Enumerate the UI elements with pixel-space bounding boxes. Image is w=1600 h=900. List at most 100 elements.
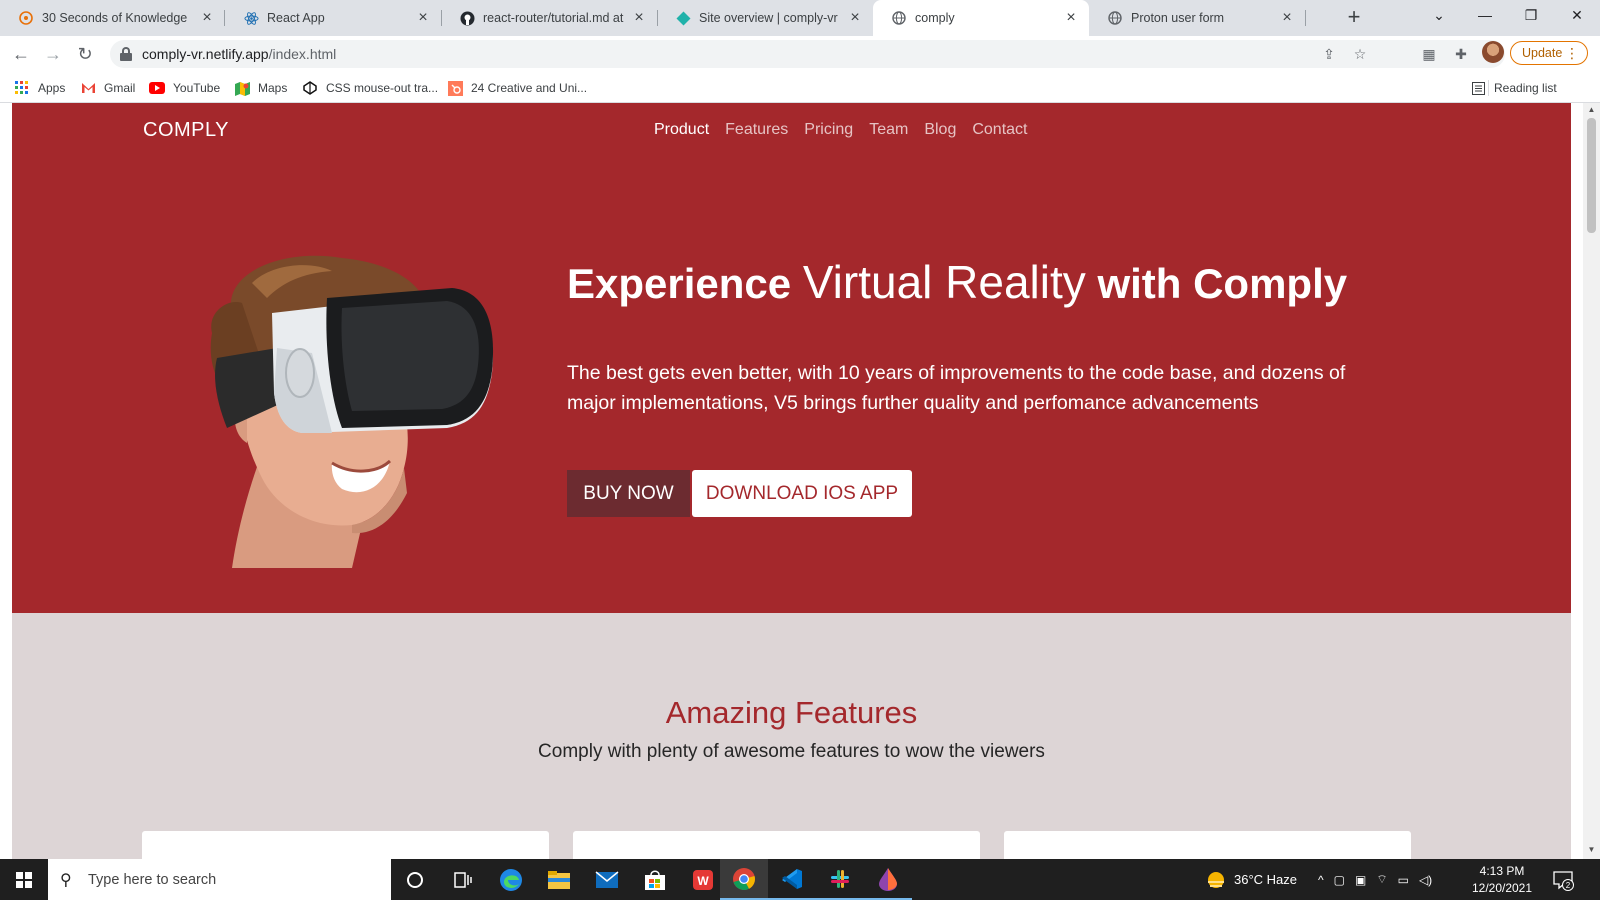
start-button[interactable] [0, 859, 48, 900]
bookmark-label: YouTube [173, 81, 221, 95]
file-explorer-icon[interactable] [535, 859, 583, 900]
bookmark-label: Gmail [104, 81, 136, 95]
mail-icon[interactable] [583, 859, 631, 900]
bookmarks-bar: Apps Gmail YouTube Maps CSS mouse-out tr… [0, 72, 1600, 103]
bookmark-apps[interactable]: Apps [14, 79, 65, 97]
tab-close-icon[interactable]: × [631, 9, 647, 26]
nav-product[interactable]: Product [654, 121, 709, 139]
tab-close-icon[interactable]: × [199, 9, 215, 26]
tab-title: React App [267, 11, 325, 25]
cortana-icon[interactable] [391, 859, 439, 900]
bookmark-24-creative[interactable]: 24 Creative and Uni... [447, 79, 587, 97]
nav-features[interactable]: Features [725, 121, 788, 139]
codepen-icon [302, 80, 318, 96]
hubspot-icon [447, 80, 463, 96]
slack-icon[interactable] [816, 859, 864, 900]
netlify-favicon-icon [675, 10, 691, 26]
nav-blog[interactable]: Blog [924, 121, 956, 139]
haze-sun-icon [1208, 871, 1224, 888]
vscode-icon[interactable] [768, 859, 816, 900]
tab-react-router[interactable]: react-router/tutorial.md at m × [441, 0, 657, 36]
bookmark-star-icon[interactable]: ☆ [1351, 45, 1369, 63]
meet-now-icon[interactable]: ▢ [1334, 873, 1345, 887]
tab-title: 30 Seconds of Knowledge [42, 11, 188, 25]
bookmark-youtube[interactable]: YouTube [149, 79, 220, 97]
top-navigation: Product Features Pricing Team Blog Conta… [654, 121, 1027, 139]
tab-close-icon[interactable]: × [1063, 9, 1079, 26]
bookmark-gmail[interactable]: Gmail [80, 79, 135, 97]
menu-kebab-icon[interactable]: ⋮ [1565, 45, 1579, 62]
bookmark-maps[interactable]: Maps [234, 79, 287, 97]
gmail-icon [80, 80, 96, 96]
address-bar[interactable]: comply-vr.netlify.app/index.html ⇪ ☆ [110, 40, 1505, 68]
extension-icon[interactable]: ▦ [1420, 45, 1438, 63]
clock-date: 12/20/2021 [1471, 881, 1533, 895]
tab-react-app[interactable]: React App × [225, 0, 441, 36]
system-clock[interactable]: 4:13 PM 12/20/2021 [1466, 863, 1538, 897]
tab-close-icon[interactable]: × [1279, 9, 1295, 26]
forward-icon[interactable]: → [41, 42, 65, 66]
bookmark-label: 24 Creative and Uni... [471, 81, 588, 95]
tab-strip: 30 Seconds of Knowledge × React App × re… [0, 0, 1600, 36]
tab-title: Site overview | comply-vr [699, 11, 838, 25]
url-text[interactable]: comply-vr.netlify.app/index.html [142, 46, 336, 62]
bookmark-css-mouseout[interactable]: CSS mouse-out tra... [302, 79, 438, 97]
vr-headset-person-image [210, 255, 494, 568]
react-favicon-icon [243, 10, 259, 26]
scroll-up-arrow-icon[interactable]: ▲ [1585, 105, 1598, 117]
scrollbar-thumb[interactable] [1587, 118, 1596, 233]
tab-close-icon[interactable]: × [415, 9, 431, 26]
notification-center-icon[interactable]: 2 [1552, 859, 1574, 900]
search-icon: ⚲ [60, 871, 72, 889]
features-title: Amazing Features [665, 695, 918, 730]
taskbar-search[interactable]: ⚲ Type here to search [48, 859, 391, 900]
feature-card [142, 831, 549, 859]
features-subtitle: Comply with plenty of awesome features t… [538, 741, 1045, 762]
nav-contact[interactable]: Contact [972, 121, 1027, 139]
extensions-puzzle-icon[interactable]: ✚ [1452, 45, 1470, 63]
tab-site-overview[interactable]: Site overview | comply-vr × [657, 0, 873, 36]
new-tab-button[interactable]: + [1342, 6, 1366, 30]
bookmark-label: Maps [258, 81, 288, 95]
tab-search-chevron-icon[interactable]: ⌄ [1416, 0, 1462, 30]
battery-icon[interactable]: ▭ [1398, 873, 1409, 887]
tab-proton-form[interactable]: Proton user form × [1089, 0, 1305, 36]
globe-favicon-icon [1107, 10, 1123, 26]
show-hidden-icons-chevron-icon[interactable]: ^ [1318, 873, 1324, 887]
restore-icon[interactable]: ❐ [1508, 0, 1554, 30]
windows-taskbar: ⚲ Type here to search W 36°C Haze ^ ▢ ▣ [0, 859, 1600, 900]
scroll-down-arrow-icon[interactable]: ▼ [1585, 845, 1598, 857]
volume-icon[interactable]: ◁) [1419, 873, 1432, 887]
edge-browser-icon[interactable] [487, 859, 535, 900]
svg-text:W: W [697, 874, 709, 888]
tab-30-seconds[interactable]: 30 Seconds of Knowledge × [0, 0, 225, 36]
task-view-icon[interactable] [439, 859, 487, 900]
share-icon[interactable]: ⇪ [1320, 45, 1338, 63]
microsoft-store-icon[interactable] [631, 859, 679, 900]
tab-close-icon[interactable]: × [847, 9, 863, 26]
back-icon[interactable]: ← [9, 42, 33, 66]
nav-team[interactable]: Team [869, 121, 908, 139]
browser-toolbar: ← → ↻ comply-vr.netlify.app/index.html ⇪… [0, 36, 1600, 72]
update-button[interactable]: Update ⋮ [1510, 41, 1588, 65]
github-favicon-icon [459, 10, 475, 26]
wifi-icon[interactable]: ⌔ [1376, 872, 1387, 887]
droplet-app-icon[interactable] [864, 859, 912, 900]
display-icon[interactable]: ▣ [1355, 873, 1366, 887]
weather-text: 36°C Haze [1234, 872, 1298, 887]
buy-now-button[interactable]: BUY NOW [567, 470, 690, 517]
tab-comply[interactable]: comply × [873, 0, 1089, 36]
download-ios-app-button[interactable]: DOWNLOAD IOS APP [692, 470, 912, 517]
nav-pricing[interactable]: Pricing [804, 121, 853, 139]
close-window-icon[interactable]: ✕ [1554, 0, 1600, 30]
profile-avatar[interactable] [1482, 41, 1504, 63]
reload-icon[interactable]: ↻ [73, 42, 97, 66]
weather-widget[interactable]: 36°C Haze [1206, 859, 1297, 900]
lock-icon[interactable] [120, 47, 132, 61]
feature-card [573, 831, 980, 859]
brand-logo[interactable]: COMPLY [143, 119, 229, 142]
reading-list-button[interactable]: Reading list [1470, 79, 1557, 97]
feature-card [1004, 831, 1411, 859]
minimize-icon[interactable]: — [1462, 0, 1508, 30]
chrome-icon[interactable] [720, 859, 768, 900]
